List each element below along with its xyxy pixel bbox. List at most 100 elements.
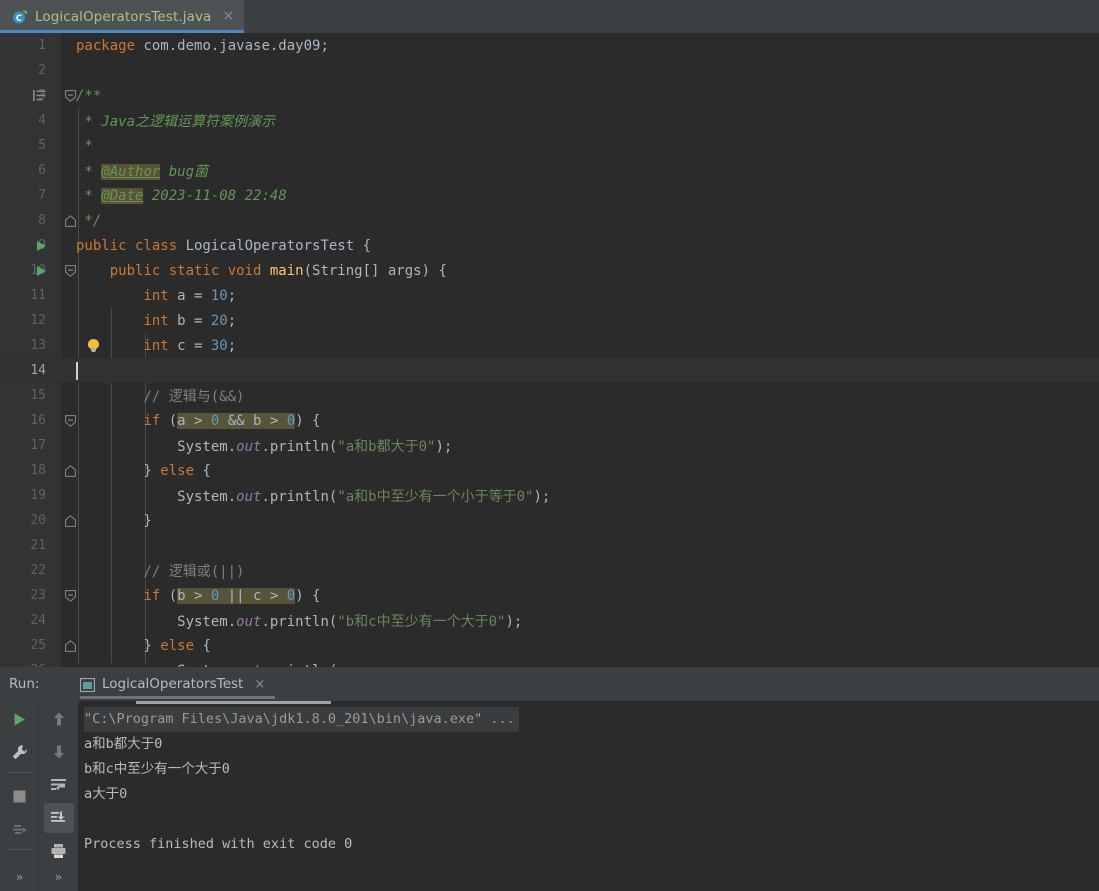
fold-end-icon[interactable] bbox=[60, 458, 80, 483]
code-token-keyword: int bbox=[76, 287, 178, 304]
code-lines: 1 package com.demo.javase.day09; 2 3 /**… bbox=[0, 33, 1099, 667]
fold-collapse-icon[interactable] bbox=[60, 258, 80, 283]
code-token-classname: LogicalOperatorsTest bbox=[185, 237, 355, 254]
editor-tab-logicaloperatorstest[interactable]: C LogicalOperatorsTest.java × bbox=[0, 0, 245, 33]
code-token-text: .println( bbox=[261, 488, 338, 505]
code-token-text: { bbox=[194, 462, 211, 479]
editor-tab-bar: C LogicalOperatorsTest.java × bbox=[0, 0, 1099, 33]
expand-left-toolbar[interactable]: » bbox=[16, 870, 23, 884]
line-number: 5 bbox=[38, 138, 46, 153]
code-line-current: 14 bbox=[0, 358, 1099, 383]
code-token-number: 20 bbox=[210, 312, 228, 329]
code-line: 20 } bbox=[0, 508, 1099, 533]
scroll-to-end-button[interactable] bbox=[43, 803, 74, 833]
code-line: 2 bbox=[0, 58, 1099, 83]
prev-occurrence-button[interactable] bbox=[44, 704, 74, 734]
code-token-text: .println( bbox=[261, 438, 338, 455]
code-token-text: System. bbox=[76, 488, 237, 505]
code-token-text: ) { bbox=[295, 587, 321, 604]
code-token-number: 30 bbox=[210, 337, 228, 354]
code-token-text: ) { bbox=[295, 412, 321, 429]
fold-collapse-icon[interactable] bbox=[60, 408, 80, 433]
code-editor[interactable]: 1 package com.demo.javase.day09; 2 3 /**… bbox=[0, 33, 1099, 667]
code-token-field: out bbox=[236, 438, 262, 455]
code-token-number: 0 bbox=[286, 587, 296, 604]
fold-collapse-icon[interactable] bbox=[60, 583, 80, 608]
line-number: 15 bbox=[30, 388, 46, 403]
code-token-javadoc: * bbox=[76, 187, 102, 204]
javadoc-tag-date: @Date bbox=[101, 187, 144, 204]
edit-configurations-button[interactable] bbox=[5, 737, 35, 767]
code-token-text: System. bbox=[76, 438, 237, 455]
line-number: 23 bbox=[30, 588, 46, 603]
code-token-string: "a和b都大于0" bbox=[337, 438, 436, 455]
code-line: 6 * @Author bug菌 bbox=[0, 158, 1099, 183]
code-line: 5 * bbox=[0, 133, 1099, 158]
fold-end-icon[interactable] bbox=[60, 633, 80, 658]
line-number: 8 bbox=[38, 213, 46, 228]
code-token-keyword: else bbox=[160, 637, 195, 654]
code-token-field: out bbox=[236, 613, 262, 630]
code-line: 3 /** bbox=[0, 83, 1099, 108]
line-number: 19 bbox=[30, 488, 46, 503]
run-console-output[interactable]: "C:\Program Files\Java\jdk1.8.0_201\bin\… bbox=[78, 701, 1099, 891]
code-line: 24 System.out.println("b和c中至少有一个大于0"); bbox=[0, 608, 1099, 633]
editor-tab-label: LogicalOperatorsTest.java bbox=[35, 8, 212, 25]
line-number: 12 bbox=[30, 313, 46, 328]
rerun-button[interactable] bbox=[5, 704, 35, 734]
run-class-gutter-icon[interactable] bbox=[33, 233, 49, 258]
expand-right-toolbar[interactable]: » bbox=[55, 870, 62, 884]
code-token-keyword: else bbox=[160, 462, 195, 479]
line-number: 26 bbox=[0, 658, 46, 667]
run-tool-window: Run: LogicalOperatorsTest × » » "C:\Prog… bbox=[0, 667, 1099, 891]
line-number: 7 bbox=[38, 188, 46, 203]
next-occurrence-button[interactable] bbox=[44, 737, 74, 767]
code-token-text: c = bbox=[177, 337, 211, 354]
console-command-line: "C:\Program Files\Java\jdk1.8.0_201\bin\… bbox=[84, 707, 519, 732]
code-line: 26 System.out.println( bbox=[0, 658, 1099, 668]
line-number: 2 bbox=[38, 63, 46, 78]
code-line: 17 System.out.println("a和b都大于0"); bbox=[0, 433, 1099, 458]
code-token-text: } bbox=[76, 462, 161, 479]
toolbar-divider bbox=[7, 849, 32, 850]
code-token-text: ); bbox=[505, 613, 523, 630]
line-number: 1 bbox=[38, 38, 46, 53]
line-number: 17 bbox=[30, 438, 46, 453]
code-line: 4 * Java之逻辑运算符案例演示 bbox=[0, 108, 1099, 133]
code-line: 23 if (b > 0 || c > 0) { bbox=[0, 583, 1099, 608]
run-tab-logicaloperatorstest[interactable]: LogicalOperatorsTest × bbox=[74, 667, 276, 701]
console-scrollbar[interactable] bbox=[136, 701, 331, 704]
intention-bulb-icon[interactable] bbox=[84, 333, 102, 358]
code-token-number: 0 bbox=[286, 412, 296, 429]
close-icon[interactable]: × bbox=[222, 9, 234, 25]
code-token-text: a = bbox=[177, 287, 211, 304]
code-token-javadoc: * bbox=[76, 137, 93, 154]
code-token-text: c > bbox=[253, 587, 287, 604]
run-toolbar-primary: » bbox=[0, 701, 39, 891]
soft-wrap-button[interactable] bbox=[44, 770, 74, 800]
code-line: 15 // 逻辑与(&&) bbox=[0, 383, 1099, 408]
line-number: 22 bbox=[30, 563, 46, 578]
idea-window: C LogicalOperatorsTest.java × 1 package … bbox=[0, 0, 1099, 891]
fold-end-icon[interactable] bbox=[60, 208, 80, 233]
code-line: 11 int a = 10; bbox=[0, 283, 1099, 308]
code-line: 12 int b = 20; bbox=[0, 308, 1099, 333]
fold-collapse-icon[interactable] bbox=[60, 83, 80, 108]
dump-threads-button[interactable] bbox=[5, 814, 35, 844]
fold-end-icon[interactable] bbox=[60, 508, 80, 533]
print-button[interactable] bbox=[44, 836, 74, 866]
close-icon[interactable]: × bbox=[254, 677, 265, 692]
code-token-javadoc: * Java之逻辑运算符案例演示 bbox=[76, 113, 276, 130]
code-token-operator: && bbox=[219, 412, 254, 429]
code-token-operator: || bbox=[219, 587, 254, 604]
run-main-gutter-icon[interactable] bbox=[33, 258, 49, 283]
code-token-javadoc: bug菌 bbox=[160, 163, 209, 180]
stop-button[interactable] bbox=[5, 781, 35, 811]
code-token-text: .println( bbox=[261, 613, 338, 630]
code-line: 8 */ bbox=[0, 208, 1099, 233]
code-token-javadoc: 2023-11-08 22:48 bbox=[143, 187, 287, 204]
code-token-keyword: public class bbox=[76, 237, 186, 254]
